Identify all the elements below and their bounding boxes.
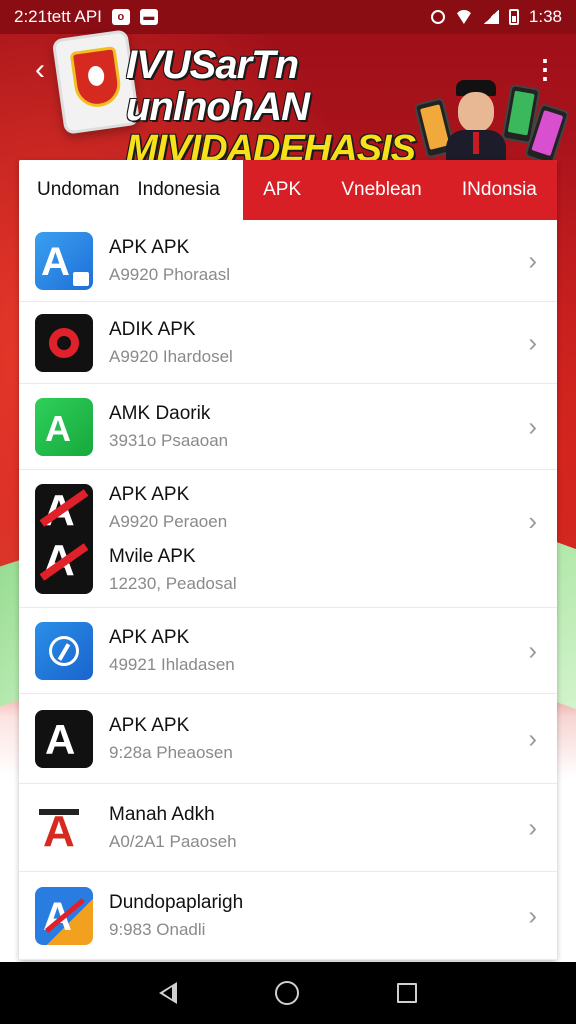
tab-label-left: Undoman	[37, 179, 120, 200]
phones-illustration	[413, 80, 570, 166]
wifi-icon	[454, 10, 473, 24]
overflow-menu-button[interactable]: ⋮	[532, 52, 558, 88]
app-subtitle: A9920 Phoraasl	[109, 264, 230, 284]
notification-icon: o	[111, 9, 130, 25]
chevron-right-icon: ›	[528, 900, 537, 930]
app-name: Manah Adkh	[109, 803, 215, 825]
app-subtitle: 9:983 Onadli	[109, 919, 206, 939]
back-button[interactable]: ‹	[22, 52, 58, 88]
app-name: APK APK	[109, 714, 190, 736]
tab-apk[interactable]: APK	[259, 179, 305, 201]
chevron-right-icon: ›	[528, 506, 537, 536]
tab-strip: APK Vneblean INdonsia	[243, 160, 557, 220]
chevron-right-icon: ›	[528, 635, 537, 665]
app-name: Dundopaplarigh	[109, 891, 244, 913]
list-item[interactable]: A AMK Daorik 3931o Psaaoan ›	[19, 384, 557, 470]
arrow-left-icon: ‹	[35, 53, 45, 86]
apk-blue-icon: A	[35, 231, 93, 290]
person-illustration	[446, 80, 506, 164]
status-time-left: 2:21tett API	[14, 7, 102, 26]
message-icon: ▬	[139, 9, 158, 25]
tab-vneblean[interactable]: Vneblean	[337, 179, 425, 201]
nav-recents-icon[interactable]	[397, 983, 417, 1003]
nav-home-icon[interactable]	[275, 981, 299, 1005]
list-item[interactable]: A APK APK A9920 Phoraasl ›	[19, 220, 557, 302]
app-subtitle: A0/2A1 Paaoseh	[109, 831, 237, 851]
signal-icon	[482, 10, 499, 24]
status-time-right: 1:38	[528, 7, 562, 26]
app-subtitle-secondary: 12230, Peadosal	[109, 573, 237, 593]
chevron-right-icon: ›	[528, 723, 537, 753]
app-name: APK APK	[109, 483, 190, 505]
chevron-right-icon: ›	[528, 245, 537, 275]
app-name: ADIK APK	[109, 318, 196, 340]
banner-title-line1: IVUSarTn unlnohAN	[126, 43, 310, 129]
list-item[interactable]: A Dundopaplarigh 9:983 Onadli ›	[19, 872, 557, 960]
app-name: AMK Daorik	[109, 402, 211, 424]
app-subtitle: 49921 Ihladasen	[109, 654, 235, 674]
app-subtitle: A9920 Peraoen	[109, 511, 228, 531]
header-banner: ‹ IVUSarTn unlnohAN MIVIDADEHASIS ⋮	[0, 29, 576, 169]
list-item[interactable]: ADIK APK A9920 Ihardosel ›	[19, 302, 557, 384]
list-item[interactable]: A Manah Adkh A0/2A1 Paaoseh ›	[19, 784, 557, 872]
tab-bar: Undoman Indonesia APK Vneblean INdonsia	[19, 160, 557, 220]
chevron-right-icon: ›	[528, 327, 537, 357]
apk-black-icon: A	[35, 709, 93, 768]
app-name: APK APK	[109, 626, 190, 648]
chevron-right-icon: ›	[528, 812, 537, 842]
apk-black-red-icon: A A	[35, 483, 93, 594]
app-subtitle: 9:28a Pheaosen	[109, 742, 233, 762]
tab-undoman-indonesia[interactable]: Undoman Indonesia	[19, 160, 243, 220]
apk-green-icon: A	[35, 397, 93, 456]
apk-white-red-icon: A	[35, 798, 93, 857]
chevron-right-icon: ›	[528, 411, 537, 441]
app-name-secondary: Mvile APK	[109, 545, 196, 567]
system-nav-bar	[0, 962, 576, 1024]
list-item[interactable]: A APK APK 9:28a Pheaosen ›	[19, 694, 557, 784]
app-subtitle: A9920 Ihardosel	[109, 346, 233, 366]
app-list-card: Undoman Indonesia APK Vneblean INdonsia …	[19, 160, 557, 960]
app-subtitle: 3931o Psaaoan	[109, 430, 229, 450]
compass-blue-icon	[35, 621, 93, 680]
more-vert-icon: ⋮	[532, 54, 558, 84]
apk-multicolor-icon: A	[35, 886, 93, 945]
tab-label-right: Indonesia	[137, 179, 220, 200]
list-item[interactable]: A A APK APK A9920 Peraoen Mvile APK 1223…	[19, 470, 557, 608]
list-item[interactable]: APK APK 49921 Ihladasen ›	[19, 608, 557, 694]
alarm-icon	[430, 10, 445, 24]
status-bar: 2:21tett API o ▬ 1:38	[0, 0, 576, 34]
battery-icon	[508, 9, 519, 25]
ring-red-icon	[35, 313, 93, 372]
tab-indonsia[interactable]: INdonsia	[458, 179, 541, 201]
shield-emblem-icon	[69, 45, 124, 110]
app-name: APK APK	[109, 236, 190, 258]
app-list: A APK APK A9920 Phoraasl › ADIK APK A992…	[19, 220, 557, 960]
nav-back-icon[interactable]	[159, 982, 177, 1004]
